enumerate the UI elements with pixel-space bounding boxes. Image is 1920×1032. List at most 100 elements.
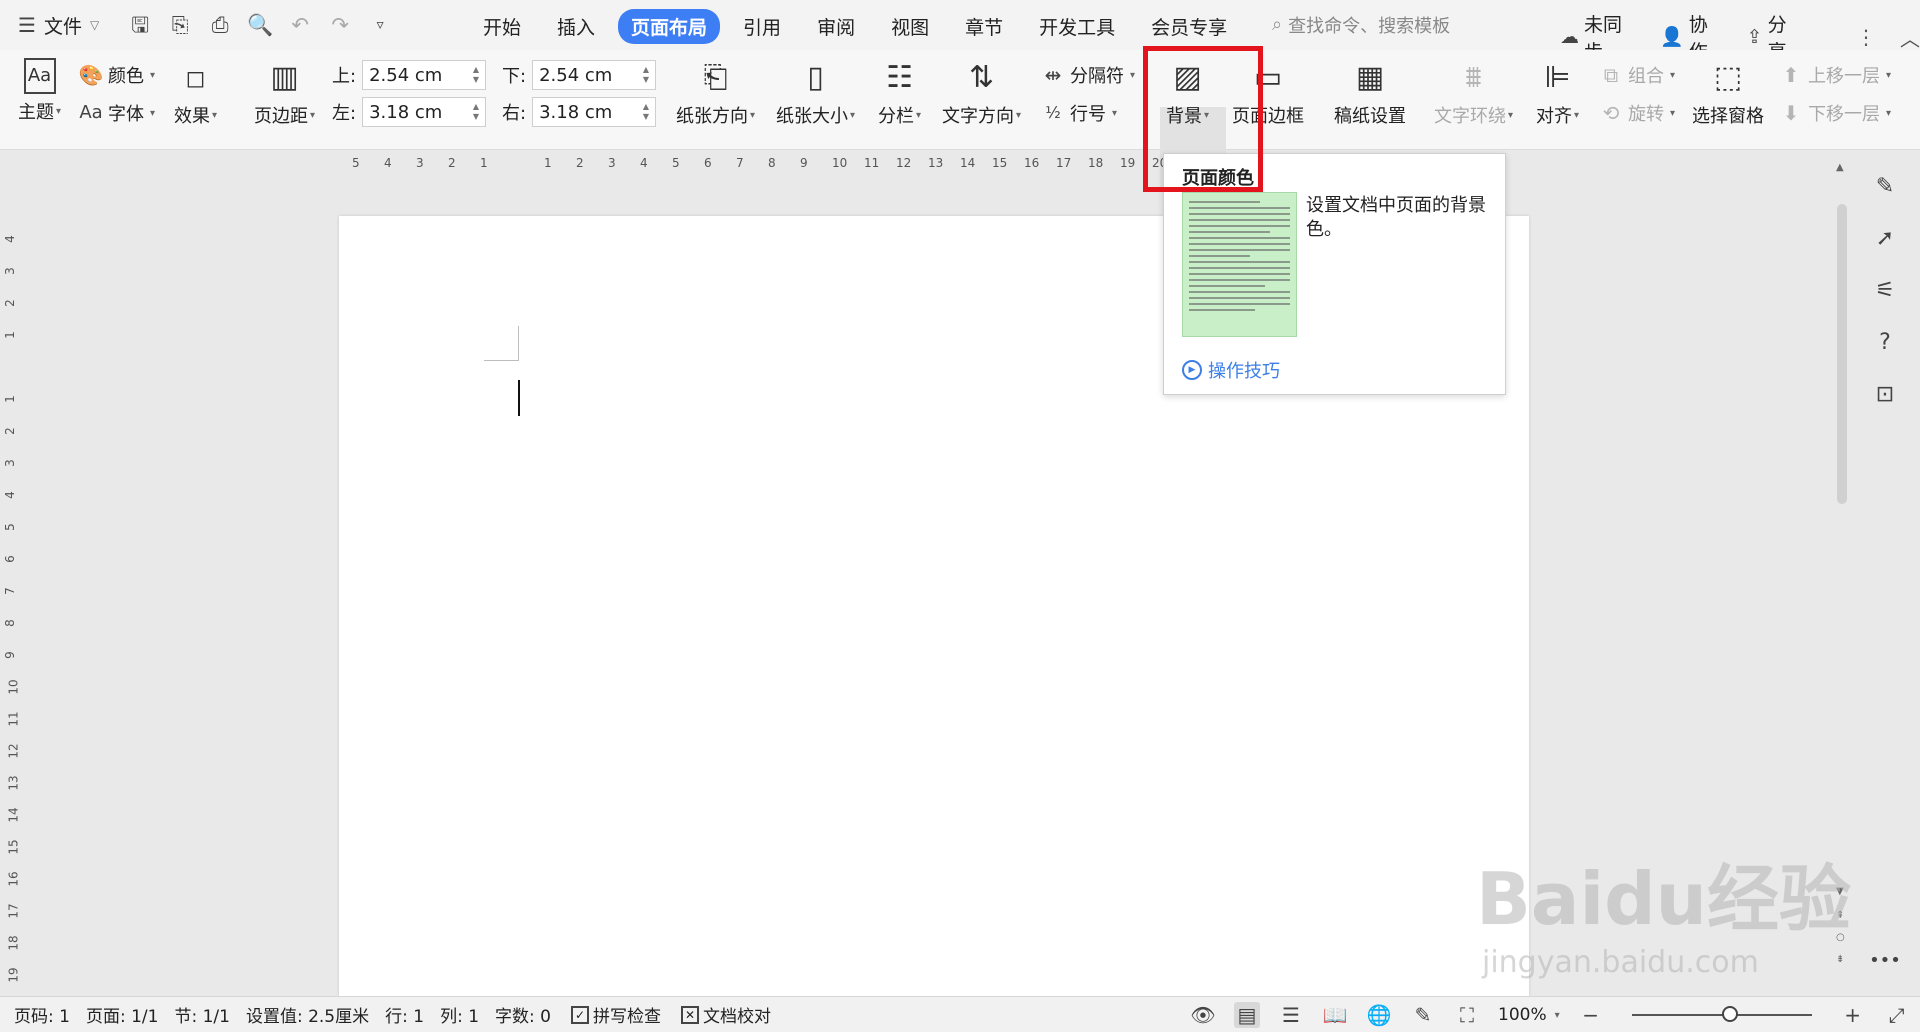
collapse-ribbon-icon[interactable]: ︿: [1900, 23, 1920, 52]
status-setting[interactable]: 设置值: 2.5厘米: [246, 1002, 369, 1027]
selection-pane-button[interactable]: ⬚ 选择窗格: [1692, 58, 1764, 128]
ruler-tick-label: 9: [800, 156, 808, 170]
bring-forward-label: 上移一层: [1808, 66, 1880, 87]
doc-check-button[interactable]: ✕ 文档校对: [680, 1002, 771, 1027]
tab-developer[interactable]: 开发工具: [1026, 9, 1128, 44]
breaks-button[interactable]: ⇹ 分隔符 ▾: [1042, 62, 1135, 88]
chevron-down-icon: ▽: [89, 18, 100, 32]
breaks-label: 分隔符: [1070, 66, 1124, 87]
ruler-tick-label: 4: [2, 235, 17, 243]
tab-member[interactable]: 会员专享: [1138, 9, 1240, 44]
spell-check-button[interactable]: ✓ 拼写检查: [570, 1002, 661, 1027]
horizontal-ruler[interactable]: 54321123456789101112131415161718192031: [340, 150, 1840, 178]
write-view-icon[interactable]: ✎: [1410, 1002, 1436, 1028]
save-icon[interactable]: 🖫: [127, 12, 153, 38]
orientation-button[interactable]: ⎗ 纸张方向 ▾: [676, 58, 755, 128]
fit-page-icon[interactable]: ⛶: [1454, 1002, 1480, 1028]
margin-bottom-input[interactable]: 2.54 cm ▲ ▼: [532, 60, 657, 90]
spell-check-icon: ✓: [570, 1005, 589, 1024]
manuscript-settings-button[interactable]: ▦ 稿纸设置: [1334, 58, 1406, 128]
undo-icon[interactable]: ↶: [287, 12, 313, 38]
ruler-tick-label: 8: [2, 619, 17, 627]
tab-page-layout[interactable]: 页面布局: [618, 9, 721, 44]
select-cursor-icon[interactable]: ➚: [1870, 224, 1900, 254]
scrollbar-thumb[interactable]: [1837, 204, 1847, 504]
status-word-count[interactable]: 字数: 0: [495, 1002, 551, 1027]
quick-access-toolbar: 🖫 ⎘ ⎙ 🔍 ↶ ↷ ▿: [127, 12, 393, 38]
reading-view-icon[interactable]: 📖: [1322, 1002, 1348, 1028]
zoom-in-icon[interactable]: +: [1840, 1002, 1866, 1028]
color-button[interactable]: 🎨 颜色 ▾: [79, 62, 155, 88]
margin-corner-mark: [484, 326, 519, 361]
status-page-code[interactable]: 页码: 1: [14, 1002, 70, 1027]
ruler-tick-label: 2: [576, 156, 584, 170]
effect-button[interactable]: ◻ 效果 ▾: [174, 58, 217, 128]
outline-view-icon[interactable]: ☰: [1278, 1002, 1304, 1028]
margin-left-input[interactable]: 3.18 cm ▲ ▼: [362, 97, 487, 127]
archive-box-icon[interactable]: ⊡: [1870, 380, 1900, 410]
group-button[interactable]: ⧉ 组合 ▾: [1600, 62, 1675, 88]
status-section[interactable]: 节: 1/1: [174, 1002, 230, 1027]
tab-home[interactable]: 开始: [470, 9, 534, 44]
text-direction-button[interactable]: ⇅ 文字方向 ▾: [942, 58, 1021, 128]
more-options-icon[interactable]: ⋮: [1856, 25, 1876, 49]
columns-button[interactable]: ☷ 分栏 ▾: [878, 58, 921, 128]
edit-pen-icon[interactable]: ✎: [1870, 172, 1900, 202]
margins-button[interactable]: ▥ 页边距 ▾: [254, 58, 315, 128]
file-menu[interactable]: ☰ 文件 ▽: [18, 12, 99, 39]
vertical-ruler[interactable]: 43211234567891011121314151617181920: [2, 210, 22, 1014]
status-col[interactable]: 列: 1: [440, 1002, 479, 1027]
theme-button[interactable]: Aa 主题 ▾: [18, 58, 61, 124]
eye-protection-icon[interactable]: 👁: [1190, 1002, 1216, 1028]
ruler-tick-label: 8: [768, 156, 776, 170]
web-view-icon[interactable]: 🌐: [1366, 1002, 1392, 1028]
stepper-arrows-icon[interactable]: ▲ ▼: [473, 102, 479, 122]
effect-icon: ◻: [185, 64, 206, 92]
dropdown-caret-icon: ▾: [56, 105, 62, 117]
color-label: 颜色: [108, 66, 144, 87]
align-button[interactable]: ⊫ 对齐 ▾: [1536, 58, 1579, 128]
dropdown-caret-icon: ▾: [750, 109, 756, 121]
text-wrap-button[interactable]: ⩩ 文字环绕 ▾: [1434, 58, 1513, 128]
print-icon[interactable]: ⎙: [207, 12, 233, 38]
tab-review[interactable]: 审阅: [804, 9, 868, 44]
send-backward-button[interactable]: ⬇ 下移一层 ▾: [1780, 100, 1891, 126]
scroll-up-icon[interactable]: ▲: [1836, 162, 1844, 173]
bring-forward-button[interactable]: ⬆ 上移一层 ▾: [1780, 62, 1891, 88]
tab-view[interactable]: 视图: [878, 9, 942, 44]
redo-icon[interactable]: ↷: [327, 12, 353, 38]
tab-insert[interactable]: 插入: [544, 9, 608, 44]
file-menu-label: 文件: [43, 15, 82, 38]
stepper-arrows-icon[interactable]: ▲ ▼: [473, 65, 479, 85]
margin-right-input[interactable]: 3.18 cm ▲ ▼: [532, 97, 657, 127]
line-numbers-button[interactable]: ½ 行号 ▾: [1042, 100, 1117, 126]
zoom-level-dropdown[interactable]: 100% ▾: [1498, 1005, 1560, 1025]
help-icon[interactable]: ?: [1870, 328, 1900, 358]
command-search[interactable]: ⌕ 查找命令、搜索模板: [1272, 12, 1450, 38]
margin-bottom-label: 下:: [502, 66, 527, 87]
status-row[interactable]: 行: 1: [385, 1002, 424, 1027]
customize-qa-icon[interactable]: ▿: [367, 12, 393, 38]
fullscreen-icon[interactable]: ⤢: [1884, 1002, 1910, 1028]
adjust-sliders-icon[interactable]: ⚟: [1870, 276, 1900, 306]
zoom-slider-knob[interactable]: [1721, 1006, 1738, 1022]
page-view-icon[interactable]: ▤: [1234, 1002, 1260, 1028]
tab-section[interactable]: 章节: [952, 9, 1016, 44]
print-preview-icon[interactable]: 🔍: [247, 12, 273, 38]
page-size-button[interactable]: ▯ 纸张大小 ▾: [776, 58, 855, 128]
export-pdf-icon[interactable]: ⎘: [167, 12, 193, 38]
dropdown-caret-icon: ▾: [212, 109, 218, 121]
font-button[interactable]: Aa 字体 ▾: [79, 100, 155, 126]
zoom-slider[interactable]: [1631, 1006, 1812, 1022]
more-dots-icon[interactable]: •••: [1869, 950, 1901, 971]
zoom-out-icon[interactable]: −: [1578, 1002, 1604, 1028]
stepper-arrows-icon[interactable]: ▲ ▼: [643, 65, 649, 85]
doc-check-icon: ✕: [680, 1005, 699, 1024]
rotate-button[interactable]: ⟲ 旋转 ▾: [1600, 100, 1675, 126]
status-pages[interactable]: 页面: 1/1: [86, 1002, 159, 1027]
stepper-arrows-icon[interactable]: ▲ ▼: [643, 102, 649, 122]
tips-link[interactable]: ▶ 操作技巧: [1182, 357, 1280, 383]
margin-top-input[interactable]: 2.54 cm ▲ ▼: [362, 60, 487, 90]
tab-references[interactable]: 引用: [730, 9, 794, 44]
margin-bottom-value: 2.54 cm: [539, 64, 613, 86]
